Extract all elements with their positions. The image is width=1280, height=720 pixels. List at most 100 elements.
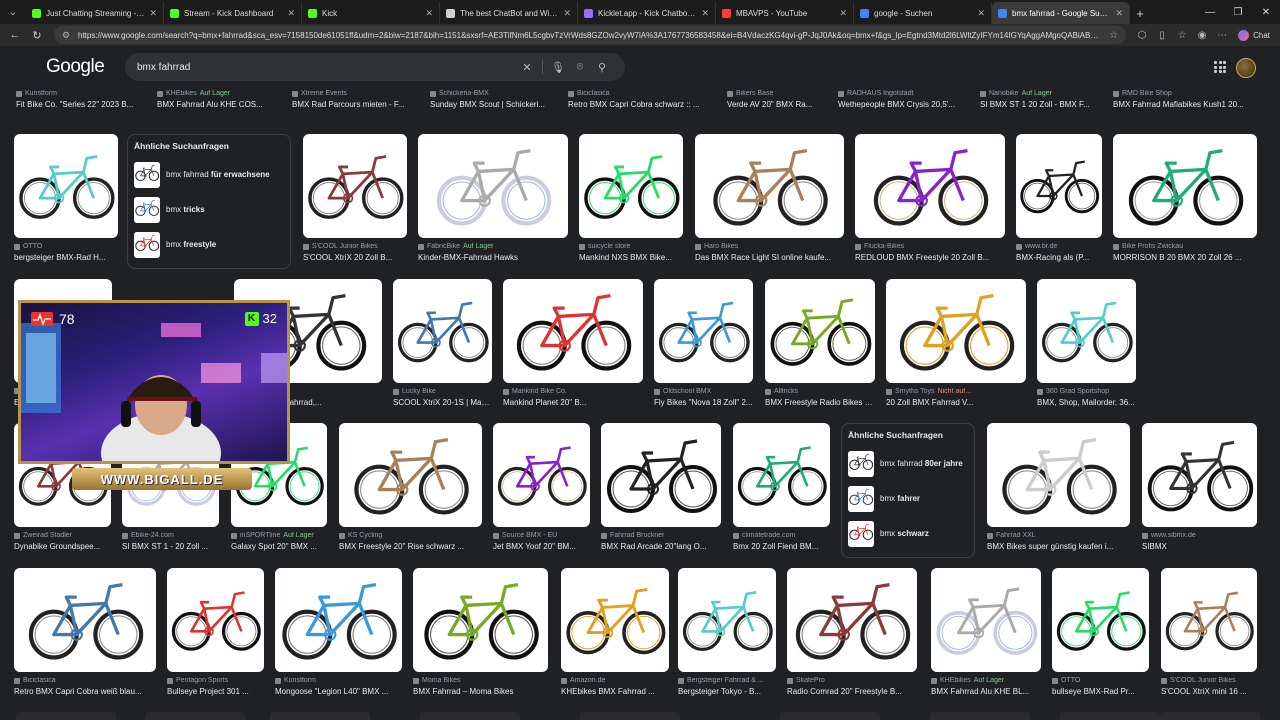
image-result-card[interactable]: climatetrade.com Bmx 20 Zoll Fiend BM... xyxy=(733,423,830,557)
result-source[interactable]: Flucka-Bikes xyxy=(855,243,1005,250)
browser-tab[interactable]: Kicklet.app - Kick Chatbot and Ov ✕ xyxy=(578,2,716,24)
result-source[interactable]: RMD Bike Shop xyxy=(1113,90,1253,97)
image-result-card[interactable]: Amazon.de KHEbikes BMX Fahrrad ... xyxy=(561,568,669,702)
result-thumbnail[interactable] xyxy=(855,134,1005,238)
result-source[interactable]: KHEbikes Auf Lager xyxy=(157,90,282,97)
account-avatar[interactable] xyxy=(1236,58,1256,78)
result-title[interactable]: SCOOL XtriX 20-1S | Markenräde... xyxy=(393,398,492,407)
result-source[interactable]: SkatePro xyxy=(787,677,917,684)
clear-icon[interactable]: ✕ xyxy=(516,61,538,74)
result-title[interactable]: BMX-Racing als (P... xyxy=(1016,253,1102,262)
result-thumbnail[interactable] xyxy=(601,423,721,527)
image-result-card[interactable]: Lucky Bike SCOOL XtriX 20-1S | Markenräde… xyxy=(393,279,492,413)
tab-close-icon[interactable]: ✕ xyxy=(287,8,295,19)
image-result-card[interactable]: OTTO bergsteiger BMX-Rad H... xyxy=(14,134,118,268)
browser-tab[interactable]: bmx fahrrad - Google Suche ✕ xyxy=(992,2,1130,24)
image-result-card[interactable]: KS Cycling BMX Freestyle 20" Rise schwarz… xyxy=(339,423,482,557)
result-thumbnail[interactable] xyxy=(1161,568,1257,672)
result-source[interactable]: OTTO xyxy=(14,243,118,250)
result-title[interactable]: bullseye BMX-Rad Pr... xyxy=(1052,687,1149,696)
image-result-card[interactable]: Nanobike Auf Lager SI BMX ST 1 20 Zoll - B… xyxy=(980,90,1105,115)
result-title[interactable]: Mongoose "Legion L40" BMX ... xyxy=(275,687,402,696)
next-row-thumbnail[interactable] xyxy=(16,712,116,720)
result-title[interactable]: bergsteiger BMX-Rad H... xyxy=(14,253,118,262)
result-thumbnail[interactable] xyxy=(167,568,264,672)
image-result-card[interactable]: Xtreme Events BMX Rad Parcours mieten - F… xyxy=(292,90,417,115)
result-title[interactable]: Dynabike Groundspee... xyxy=(14,542,111,551)
bookmark-star-icon[interactable]: ☆ xyxy=(1109,30,1118,41)
result-title[interactable]: 20 Zoll BMX Fahrrad V... xyxy=(886,398,1026,407)
result-source[interactable]: Haro Bikes xyxy=(695,243,844,250)
tab-close-icon[interactable]: ✕ xyxy=(149,8,157,19)
result-thumbnail[interactable] xyxy=(765,279,875,383)
result-source[interactable]: Bergsteiger Fahrrad & ... xyxy=(678,677,776,684)
result-thumbnail[interactable] xyxy=(678,568,776,672)
result-title[interactable]: BMX Freestyle Radio Bikes Evol ... xyxy=(765,398,875,407)
extension-icon[interactable]: ⬡ xyxy=(1132,25,1152,45)
result-title[interactable]: Radio Comrad 20" Freestyle B... xyxy=(787,687,917,696)
split-screen-icon[interactable]: ▯ xyxy=(1152,25,1172,45)
image-result-card[interactable]: Oldschool BMX Fly Bikes "Nova 18 Zoll" 2.… xyxy=(654,279,753,413)
microphone-icon[interactable]: 🎙 xyxy=(547,61,569,74)
result-source[interactable]: Schickeria-BMX xyxy=(430,90,555,97)
result-title[interactable]: BMX Fahrrad Alu KHE COS... xyxy=(157,100,282,109)
result-source[interactable]: Biciclasica xyxy=(14,677,156,684)
more-menu-icon[interactable]: ⋯ xyxy=(1212,25,1232,45)
image-result-card[interactable]: Bike Profis Zwickau MORRISON B 20 BMX 20 … xyxy=(1113,134,1257,268)
result-source[interactable]: FabricBike Auf Lager xyxy=(418,243,568,250)
next-row-thumbnail[interactable] xyxy=(1060,712,1160,720)
image-result-card[interactable]: Kunstform Fit Bike Co. "Series 22" 2023 B… xyxy=(16,90,144,115)
browser-tab[interactable]: Just Chatting Streaming - Live Stre ✕ xyxy=(26,2,164,24)
minimize-icon[interactable]: — xyxy=(1196,0,1224,24)
browser-tab[interactable]: google - Suchen ✕ xyxy=(854,2,992,24)
reload-icon[interactable]: ↻ xyxy=(26,25,48,45)
result-title[interactable]: REDLOUD BMX Freestyle 20 Zoll B... xyxy=(855,253,1005,262)
result-thumbnail[interactable] xyxy=(654,279,753,383)
result-title[interactable]: BMX Freestyle 20" Rise schwarz ... xyxy=(339,542,482,551)
site-info-icon[interactable]: ⚙ xyxy=(62,30,74,41)
image-result-card[interactable]: Fahrrad XXL BMX Bikes super günstig kaufe… xyxy=(987,423,1130,557)
result-title[interactable]: Wethepeople BMX Crysis 20,5'... xyxy=(838,100,972,109)
image-result-card[interactable]: Mankind Bike Co. Mankind Planet 20" B... xyxy=(503,279,643,413)
browser-tab[interactable]: MBAVPS - YouTube ✕ xyxy=(716,2,854,24)
google-apps-icon[interactable] xyxy=(1214,61,1226,73)
result-title[interactable]: S'COOL XtriX 20 Zoll B... xyxy=(303,253,407,262)
result-source[interactable]: Kunstform xyxy=(16,90,144,97)
image-result-card[interactable]: Pentagon Sports Bullseye Project 301 ... xyxy=(167,568,264,702)
image-result-card[interactable]: www.br.de BMX-Racing als (P... xyxy=(1016,134,1102,268)
profile-icon[interactable]: ◉ xyxy=(1192,25,1212,45)
image-result-card[interactable]: Bikers Base Verde AV 20" BMX Ra... xyxy=(727,90,827,115)
tab-close-icon[interactable]: ✕ xyxy=(425,8,433,19)
result-title[interactable]: Retro BMX Capri Cobra schwarz :: ... xyxy=(568,100,714,109)
result-source[interactable]: Fahrrad XXL xyxy=(987,532,1130,539)
result-source[interactable]: www.br.de xyxy=(1016,243,1102,250)
result-source[interactable]: www.sibmx.de xyxy=(1142,532,1257,539)
related-search-item[interactable]: bmx fahrer xyxy=(848,481,968,516)
related-search-item[interactable]: bmx freestyle xyxy=(134,227,284,262)
image-result-card[interactable]: RMD Bike Shop BMX Fahrrad Mafiabikes Kush… xyxy=(1113,90,1253,115)
result-title[interactable]: Bullseye Project 301 ... xyxy=(167,687,264,696)
google-logo[interactable]: Google xyxy=(46,56,105,78)
result-source[interactable]: Ebike-24.com xyxy=(122,532,219,539)
browser-tab[interactable]: Kick ✕ xyxy=(302,2,440,24)
image-result-card[interactable]: Schickeria-BMX Sunday BMX Scout | Schicke… xyxy=(430,90,555,115)
result-title[interactable]: Bergsteiger Tokyo - B... xyxy=(678,687,776,696)
image-result-card[interactable]: Flucka-Bikes REDLOUD BMX Freestyle 20 Zol… xyxy=(855,134,1005,268)
result-source[interactable]: Bike Profis Zwickau xyxy=(1113,243,1257,250)
tab-search-icon[interactable]: ⌄ xyxy=(0,0,26,24)
result-source[interactable]: Source BMX - EU xyxy=(493,532,590,539)
result-thumbnail[interactable] xyxy=(418,134,568,238)
result-title[interactable]: KHEbikes BMX Fahrrad ... xyxy=(561,687,669,696)
result-source[interactable]: Oldschool BMX xyxy=(654,388,753,395)
result-thumbnail[interactable] xyxy=(1113,134,1257,238)
result-title[interactable]: Das BMX Race Light SI online kaufe... xyxy=(695,253,844,262)
image-result-card[interactable]: Moma Bikes BMX Fahrrad – Moma Bikes xyxy=(413,568,548,702)
result-source[interactable]: Kunstform xyxy=(275,677,402,684)
result-title[interactable]: SIBMX xyxy=(1142,542,1257,551)
image-result-card[interactable]: Haro Bikes Das BMX Race Light SI online k… xyxy=(695,134,844,268)
result-title[interactable]: BMX Fahrrad Mafiabikes Kush1 20... xyxy=(1113,100,1253,109)
tab-close-icon[interactable]: ✕ xyxy=(839,8,847,19)
image-result-card[interactable]: SkatePro Radio Comrad 20" Freestyle B... xyxy=(787,568,917,702)
browser-tab[interactable]: Stream - Kick Dashboard ✕ xyxy=(164,2,302,24)
next-row-thumbnail[interactable] xyxy=(930,712,1030,720)
